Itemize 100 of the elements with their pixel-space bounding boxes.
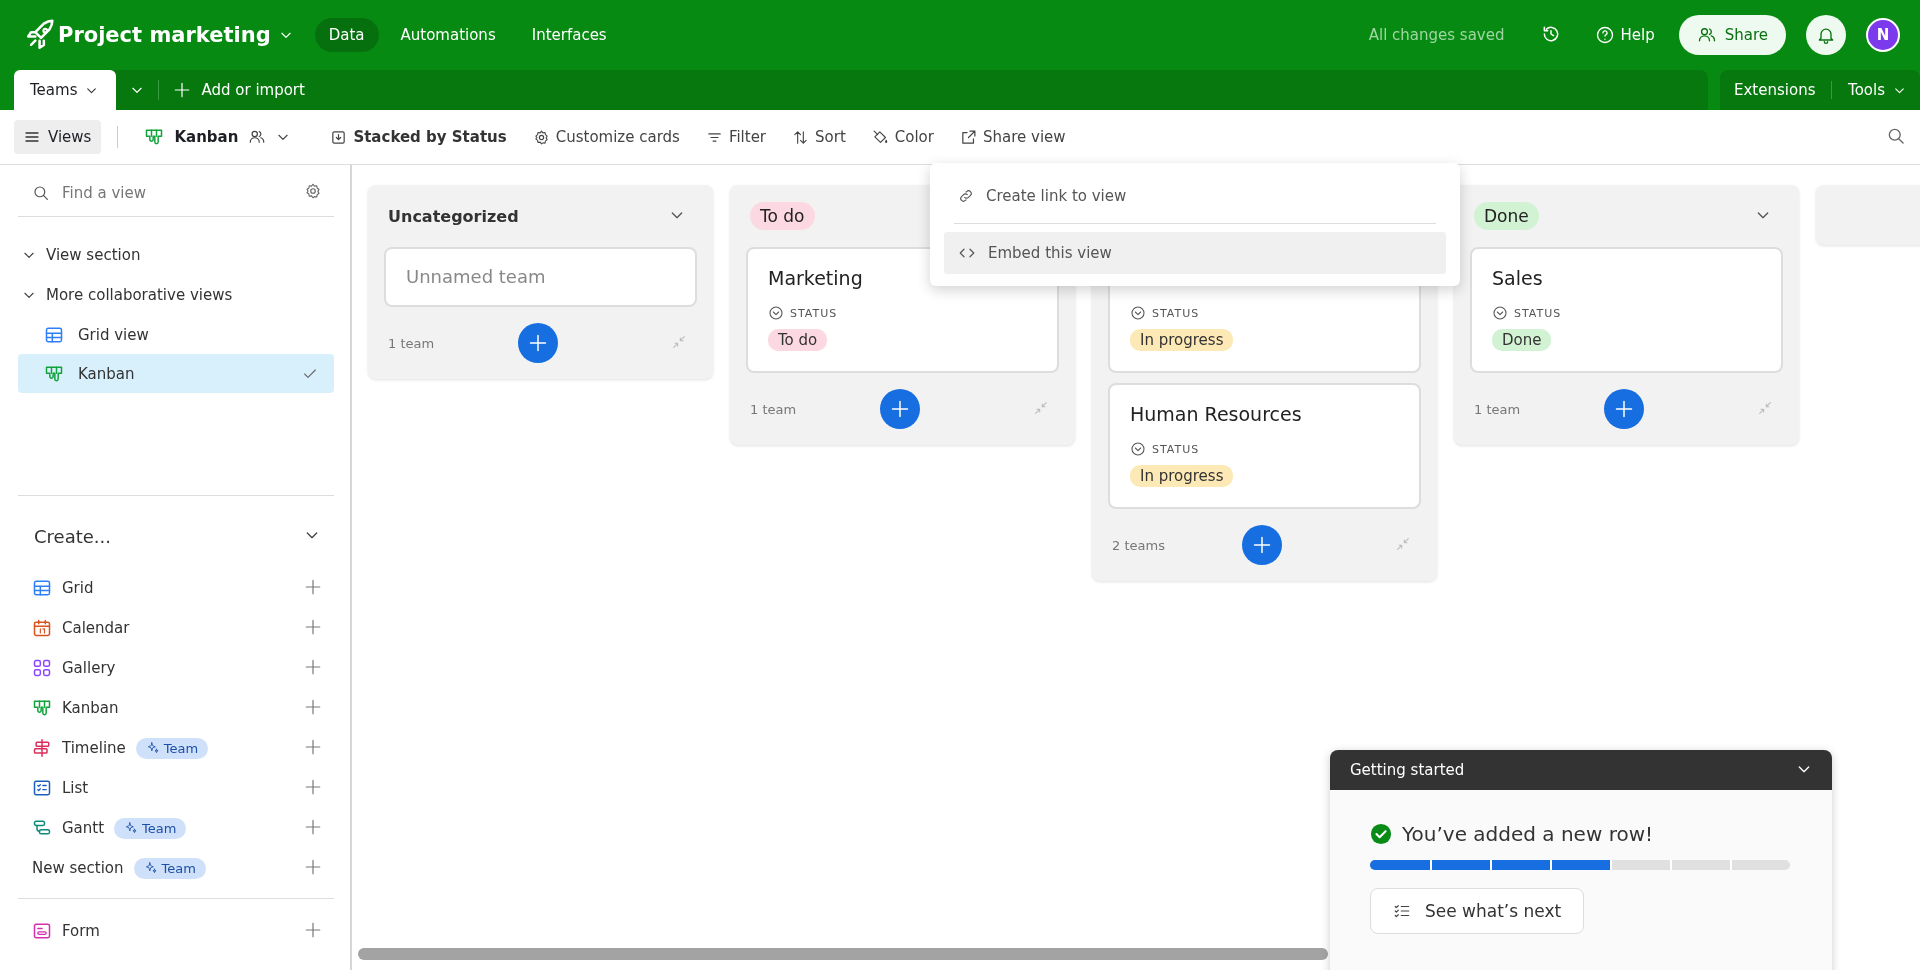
scrollbar-thumb[interactable] (358, 948, 1328, 960)
record-count: 2 teams (1112, 537, 1166, 553)
status-pill: Done (1474, 202, 1539, 230)
dropdown-field-icon (1130, 305, 1146, 321)
menu-item[interactable]: Create link to view (944, 175, 1446, 217)
extensions-button[interactable]: Extensions (1734, 81, 1816, 99)
plus-icon (889, 399, 910, 419)
plus-icon (304, 657, 322, 676)
sparkle-icon (145, 741, 160, 755)
record-count: 1 team (388, 335, 436, 351)
checklist-icon (1393, 902, 1411, 920)
card-title: Human Resources (1130, 403, 1302, 425)
gallery-icon (32, 658, 52, 678)
field-label: STATUS (1514, 306, 1562, 320)
link-icon (958, 188, 974, 204)
menu-item[interactable]: Embed this view (944, 232, 1446, 274)
kanban-icon (144, 127, 165, 147)
toolbar-button[interactable]: Share view (951, 122, 1074, 152)
field-label: STATUS (790, 306, 838, 320)
view-name: Grid view (78, 325, 149, 344)
view-list-item[interactable]: Grid view (18, 315, 334, 354)
notifications-button[interactable] (1806, 15, 1846, 55)
add-or-import-button[interactable]: Add or import (159, 70, 319, 110)
record-card[interactable]: Sales STATUS Done (1470, 247, 1783, 373)
create-option-label[interactable]: Calendar (62, 619, 130, 637)
record-card[interactable]: Human Resources STATUS In progress (1108, 383, 1421, 509)
success-message: You’ve added a new row! (1402, 822, 1654, 846)
create-option-label[interactable]: New section (32, 859, 124, 877)
add-record-button[interactable] (1603, 389, 1644, 429)
search-icon (32, 183, 50, 202)
toolbar-button[interactable]: Sort (784, 122, 854, 152)
see-whats-next-button[interactable]: See what’s next (1370, 888, 1585, 934)
gear-icon (532, 128, 550, 146)
toolbar-button[interactable]: Filter (697, 122, 775, 152)
card-title: Sales (1492, 267, 1543, 289)
tools-button[interactable]: Tools (1848, 81, 1906, 99)
help-icon (1594, 25, 1615, 45)
nav-tab[interactable]: Interfaces (517, 18, 621, 52)
add-record-button[interactable] (1241, 525, 1282, 565)
field-label: STATUS (1152, 306, 1200, 320)
plus-icon (1251, 535, 1272, 555)
base-name-menu[interactable]: Project marketing (58, 23, 293, 47)
add-record-button[interactable] (879, 389, 920, 429)
shrink-icon (1033, 399, 1049, 416)
status-pill: Done (1492, 329, 1552, 351)
view-section-toggle[interactable]: More collaborative views (18, 275, 233, 315)
stack-icon (330, 128, 348, 146)
toolbar-button[interactable]: Color (863, 122, 942, 152)
sort-icon (792, 128, 810, 146)
dropdown-field-icon (1492, 305, 1508, 321)
user-avatar[interactable]: N (1866, 18, 1900, 52)
gantt-icon (32, 818, 52, 838)
toolbar-button[interactable]: Customize cards (524, 122, 688, 152)
table-tab[interactable]: Teams (14, 70, 117, 110)
views-button[interactable]: Views (14, 120, 102, 154)
record-count: 1 team (1474, 401, 1522, 417)
list-icon (32, 778, 52, 798)
create-option-label[interactable]: List (62, 779, 89, 797)
create-option-label[interactable]: Gallery (62, 659, 116, 677)
plus-icon (304, 737, 322, 756)
sparkle-icon (143, 861, 158, 875)
nav-tab[interactable]: Automations (386, 18, 510, 52)
status-pill: In progress (1130, 329, 1234, 351)
card-title-placeholder: Unnamed team (406, 265, 546, 287)
toolbar-button[interactable]: Stacked by Status (322, 122, 515, 152)
menu-icon (24, 129, 40, 145)
card-title: Marketing (768, 267, 863, 289)
plus-icon (1613, 399, 1634, 419)
panel-title: Getting started (1350, 761, 1465, 779)
help-button[interactable]: Help (1594, 25, 1655, 45)
calendar-icon (32, 618, 52, 638)
create-option-label[interactable]: Grid (62, 579, 94, 597)
create-option-label[interactable]: Form (62, 922, 100, 940)
add-record-button[interactable] (517, 323, 558, 363)
plus-icon (304, 697, 322, 716)
timeline-icon (32, 738, 52, 758)
create-heading: Create... (34, 525, 111, 547)
view-switcher[interactable]: Kanban (134, 127, 301, 147)
grid-icon (32, 578, 52, 598)
nav-tab[interactable]: Data (314, 18, 379, 52)
gear-icon (304, 182, 322, 200)
view-list-item[interactable]: Kanban (18, 354, 334, 393)
record-count: 1 team (750, 401, 798, 417)
sparkle-icon (124, 821, 139, 835)
plus-icon (304, 777, 322, 796)
save-status-text: All changes saved (1368, 26, 1505, 44)
check-circle-icon (1370, 823, 1392, 845)
create-option-label[interactable]: Kanban (62, 699, 119, 717)
create-option-label[interactable]: Timeline (62, 739, 126, 757)
people-icon (248, 128, 267, 146)
status-pill: To do (768, 329, 828, 351)
create-option-label[interactable]: Gantt (62, 819, 105, 837)
dropdown-field-icon (1130, 441, 1146, 457)
view-section-toggle[interactable]: View section (18, 235, 141, 275)
plus-icon (304, 577, 322, 596)
record-card[interactable]: Unnamed team (384, 247, 697, 307)
shrink-icon (671, 333, 687, 350)
share-button[interactable]: Share (1678, 15, 1786, 55)
shrink-icon (1757, 399, 1773, 416)
external-link-icon (959, 128, 977, 146)
